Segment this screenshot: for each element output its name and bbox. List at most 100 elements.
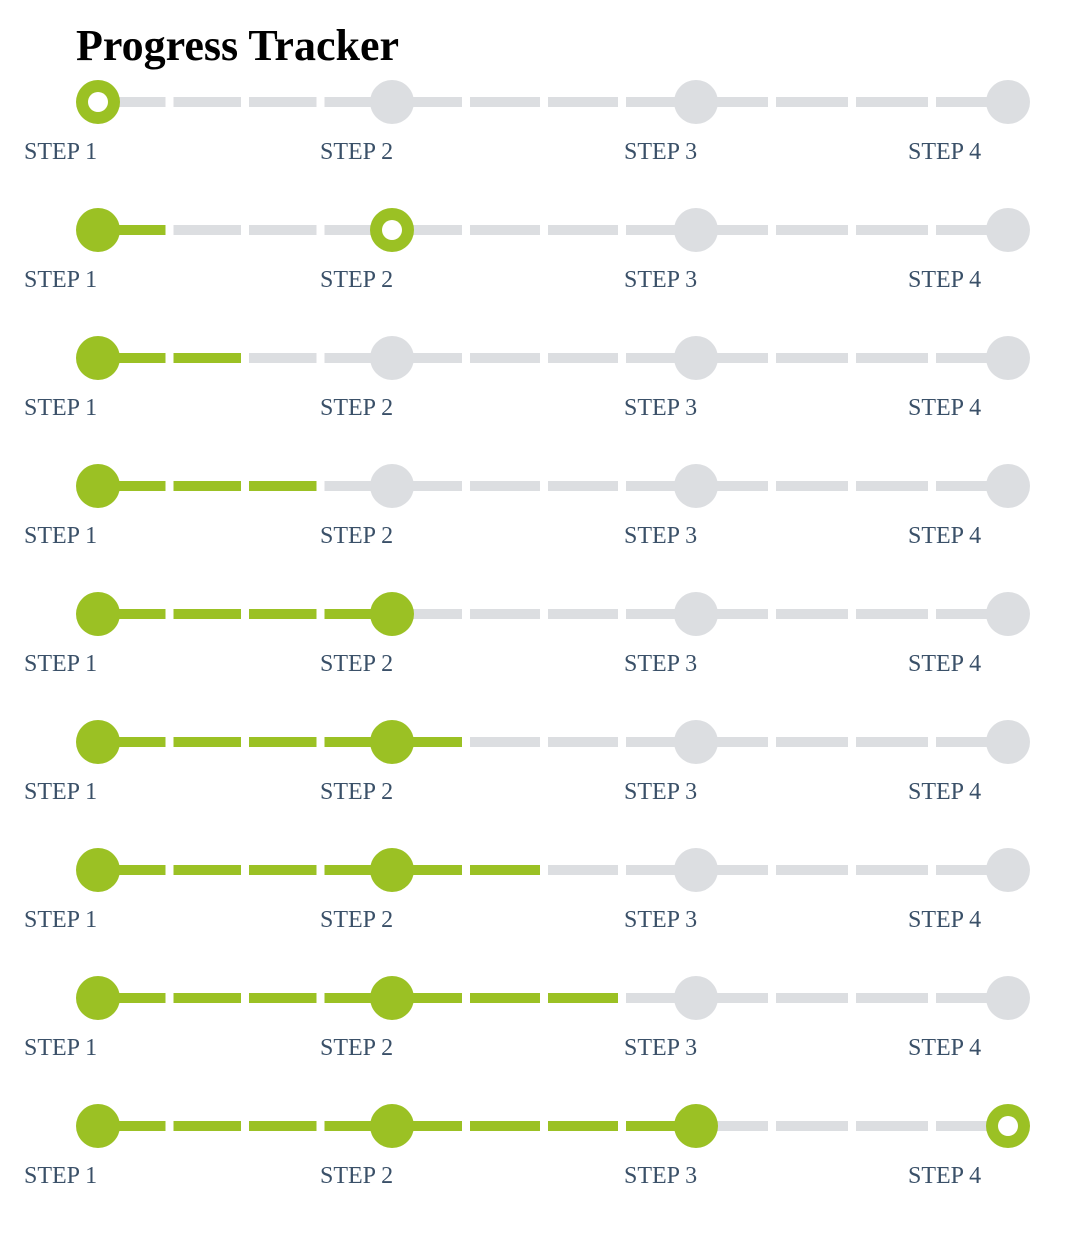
track-segment-complete xyxy=(173,737,241,747)
track-segment-pending xyxy=(776,993,848,1003)
step-label-1: STEP 1 xyxy=(24,1035,98,1061)
step-label-2: STEP 2 xyxy=(320,139,394,165)
step-node-3-pending xyxy=(674,848,718,892)
progress-tracker: STEP 1 STEP 2 STEP 3 STEP 4 xyxy=(0,848,1072,958)
track-segment-pending xyxy=(470,737,540,747)
current-step-indicator-icon xyxy=(88,92,108,112)
step-label-1: STEP 1 xyxy=(24,267,98,293)
track-segment-complete xyxy=(249,481,317,491)
track-segment-pending xyxy=(776,865,848,875)
step-node-2-pending xyxy=(370,336,414,380)
progress-tracker: STEP 1 STEP 2 STEP 3 STEP 4 xyxy=(0,592,1072,702)
step-label-1: STEP 1 xyxy=(24,779,98,805)
track-segment-complete xyxy=(548,1121,618,1131)
step-node-4-pending xyxy=(986,720,1030,764)
step-label-3: STEP 3 xyxy=(624,651,698,677)
progress-track xyxy=(76,848,1030,892)
step-label-3: STEP 3 xyxy=(624,139,698,165)
track-segment-pending xyxy=(470,609,540,619)
step-node-4-pending xyxy=(986,464,1030,508)
progress-track xyxy=(76,592,1030,636)
progress-track xyxy=(76,80,1030,124)
step-node-2-complete xyxy=(370,1104,414,1148)
track-segment-complete xyxy=(470,993,540,1003)
track-segment-complete xyxy=(173,865,241,875)
track-segment-pending xyxy=(776,225,848,235)
track-segment-pending xyxy=(173,97,241,107)
track-segment-pending xyxy=(856,1121,928,1131)
track-segment-pending xyxy=(856,353,928,363)
step-node-2-complete xyxy=(370,848,414,892)
progress-track xyxy=(76,208,1030,252)
step-label-4: STEP 4 xyxy=(908,395,982,421)
step-node-2-complete xyxy=(370,720,414,764)
step-label-2: STEP 2 xyxy=(320,267,394,293)
progress-track xyxy=(76,720,1030,764)
track-segment-pending xyxy=(470,353,540,363)
track-segment-pending xyxy=(856,97,928,107)
step-label-3: STEP 3 xyxy=(624,395,698,421)
step-node-1-complete xyxy=(76,208,120,252)
step-node-1-complete xyxy=(76,976,120,1020)
track-segment-pending xyxy=(470,225,540,235)
step-label-3: STEP 3 xyxy=(624,907,698,933)
step-node-3-pending xyxy=(674,976,718,1020)
progress-tracker-list: STEP 1 STEP 2 STEP 3 STEP 4 STEP 1 STEP 2 STEP… xyxy=(0,0,1072,1258)
track-segment-pending xyxy=(249,97,317,107)
track-segment-pending xyxy=(856,481,928,491)
track-segment-pending xyxy=(548,97,618,107)
track-segment-pending xyxy=(470,481,540,491)
step-node-4-pending xyxy=(986,976,1030,1020)
step-node-4-pending xyxy=(986,336,1030,380)
step-label-4: STEP 4 xyxy=(908,267,982,293)
track-segment-complete xyxy=(173,609,241,619)
current-step-indicator-icon xyxy=(998,1116,1018,1136)
track-segment-pending xyxy=(470,97,540,107)
progress-tracker: STEP 1 STEP 2 STEP 3 STEP 4 xyxy=(0,1104,1072,1214)
step-label-2: STEP 2 xyxy=(320,523,394,549)
step-node-1-current xyxy=(76,80,120,124)
step-label-3: STEP 3 xyxy=(624,1035,698,1061)
step-node-3-pending xyxy=(674,592,718,636)
step-node-2-complete xyxy=(370,592,414,636)
step-label-2: STEP 2 xyxy=(320,651,394,677)
step-node-1-complete xyxy=(76,336,120,380)
track-segment-pending xyxy=(249,225,317,235)
track-segment-pending xyxy=(776,353,848,363)
step-label-1: STEP 1 xyxy=(24,139,98,165)
step-node-3-pending xyxy=(674,336,718,380)
step-label-4: STEP 4 xyxy=(908,1035,982,1061)
step-node-1-complete xyxy=(76,848,120,892)
step-label-1: STEP 1 xyxy=(24,1163,98,1189)
step-node-3-pending xyxy=(674,464,718,508)
step-node-3-pending xyxy=(674,720,718,764)
step-label-1: STEP 1 xyxy=(24,523,98,549)
progress-tracker: STEP 1 STEP 2 STEP 3 STEP 4 xyxy=(0,976,1072,1086)
step-label-3: STEP 3 xyxy=(624,779,698,805)
step-label-1: STEP 1 xyxy=(24,395,98,421)
step-node-1-complete xyxy=(76,464,120,508)
track-segment-pending xyxy=(776,609,848,619)
step-node-3-pending xyxy=(674,208,718,252)
progress-track xyxy=(76,464,1030,508)
step-label-3: STEP 3 xyxy=(624,267,698,293)
step-node-2-pending xyxy=(370,464,414,508)
step-node-2-complete xyxy=(370,976,414,1020)
current-step-indicator-icon xyxy=(382,220,402,240)
step-node-4-pending xyxy=(986,592,1030,636)
track-segment-pending xyxy=(776,1121,848,1131)
step-node-1-complete xyxy=(76,720,120,764)
progress-track xyxy=(76,336,1030,380)
step-label-4: STEP 4 xyxy=(908,779,982,805)
step-node-4-pending xyxy=(986,208,1030,252)
progress-tracker: STEP 1 STEP 2 STEP 3 STEP 4 xyxy=(0,208,1072,318)
track-segment-pending xyxy=(548,609,618,619)
step-label-2: STEP 2 xyxy=(320,907,394,933)
progress-tracker: STEP 1 STEP 2 STEP 3 STEP 4 xyxy=(0,336,1072,446)
track-segment-pending xyxy=(548,353,618,363)
track-segment-complete xyxy=(249,609,317,619)
step-node-4-current xyxy=(986,1104,1030,1148)
track-segment-pending xyxy=(856,737,928,747)
track-segment-complete xyxy=(249,737,317,747)
step-label-1: STEP 1 xyxy=(24,651,98,677)
